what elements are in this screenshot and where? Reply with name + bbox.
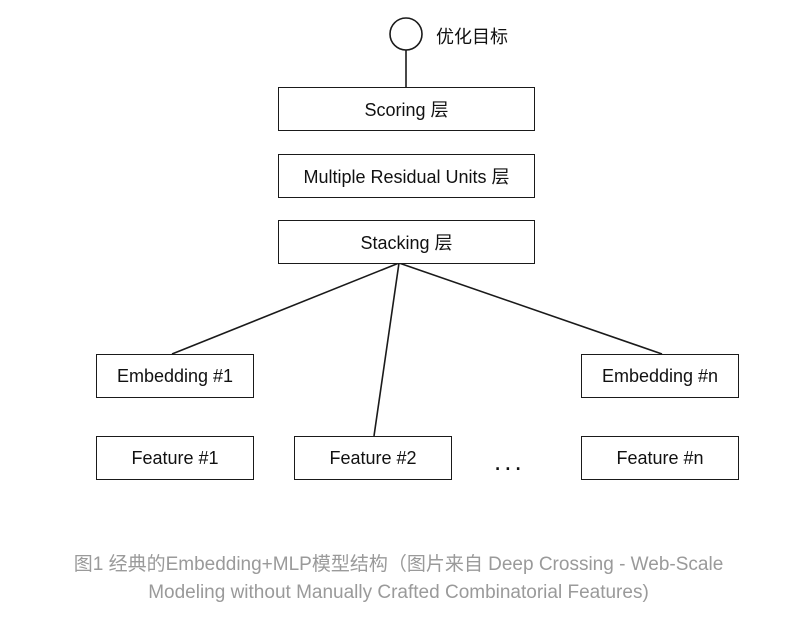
embedding-1-box: Embedding #1 [96, 354, 254, 398]
stacking-to-embeddingn-line [398, 262, 663, 355]
residual-units-layer-box: Multiple Residual Units 层 [278, 154, 535, 198]
objective-label: 优化目标 [436, 27, 508, 47]
caption-line-2: Modeling without Manually Crafted Combin… [148, 582, 649, 603]
feature-2-box: Feature #2 [294, 436, 452, 480]
figure-caption: 图1 经典的Embedding+MLP模型结构（图片来自 Deep Crossi… [0, 551, 797, 607]
stacking-layer-box: Stacking 层 [278, 220, 535, 264]
embedding-n-box: Embedding #n [581, 354, 739, 398]
stacking-to-feature2-line [373, 262, 400, 437]
ellipsis-indicator: ... [494, 446, 525, 476]
scoring-layer-box: Scoring 层 [278, 87, 535, 131]
objective-node-circle [389, 17, 423, 51]
caption-line-1: 图1 经典的Embedding+MLP模型结构（图片来自 Deep Crossi… [73, 554, 724, 575]
feature-1-box: Feature #1 [96, 436, 254, 480]
stacking-to-embedding1-line [171, 262, 400, 355]
feature-n-box: Feature #n [581, 436, 739, 480]
